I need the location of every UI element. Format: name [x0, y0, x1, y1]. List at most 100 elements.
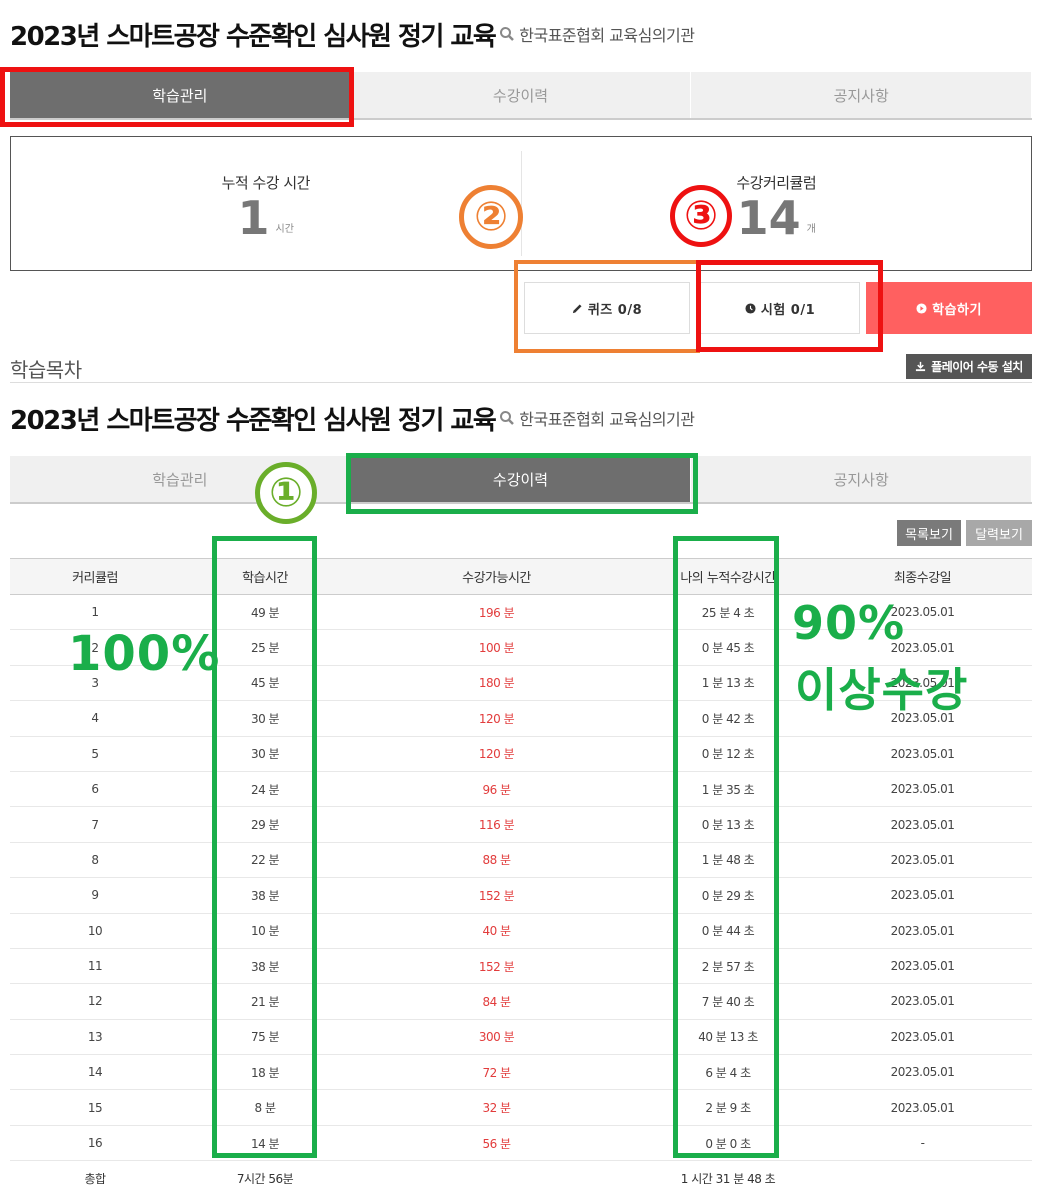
study-time-cell: 8 분: [180, 1089, 350, 1126]
total-cell: [350, 1160, 643, 1196]
study-time-cell: 18 분: [180, 1054, 350, 1091]
curriculum-cell: 6: [10, 771, 180, 808]
cumulative-time-stat: 누적 수강 시간 1 시간: [11, 137, 521, 270]
annotation-above-attendance: 이상수강: [795, 663, 969, 717]
total-cell: 총합: [10, 1160, 180, 1196]
tab-learning-management[interactable]: 학습관리: [10, 72, 351, 118]
study-time-cell: 24 분: [180, 771, 350, 808]
stat-label: 누적 수강 시간: [221, 174, 311, 192]
table-row: 15 8 분 32 분2 분 9 초 2023.05.01: [10, 1089, 1032, 1126]
org-info: 한국표준협회 교육심의기관: [499, 22, 695, 46]
last-date-cell: 2023.05.01: [813, 983, 1032, 1020]
cumulative-time-cell: 0 분 12 초: [643, 736, 813, 772]
curriculum-cell: 10: [10, 913, 180, 949]
tab-history[interactable]: 수강이력: [350, 456, 692, 502]
curriculum-cell: 9: [10, 877, 180, 914]
tab-notices[interactable]: 공지사항: [691, 456, 1033, 502]
exam-button[interactable]: 시험 0/1: [700, 282, 860, 334]
column-header: 커리큘럼: [10, 558, 180, 595]
course-title: 2023년 스마트공장 수준확인 심사원 정기 교육: [10, 21, 497, 52]
study-time-cell: 10 분: [180, 913, 350, 949]
tab-notices[interactable]: 공지사항: [691, 72, 1033, 118]
study-time-cell: 38 분: [180, 948, 350, 985]
available-time-cell: 300 분: [350, 1019, 643, 1056]
available-time-cell: 40 분: [350, 913, 643, 949]
cumulative-time-cell: 0 분 42 초: [643, 700, 813, 737]
table-row: 8 22 분 88 분1 분 48 초 2023.05.01: [10, 842, 1032, 879]
cumulative-time-cell: 0 분 0 초: [643, 1125, 813, 1162]
quiz-button[interactable]: 퀴즈 0/8: [524, 282, 690, 334]
available-time-cell: 32 분: [350, 1089, 643, 1126]
last-date-cell: 2023.05.01: [813, 842, 1032, 879]
curriculum-cell: 11: [10, 948, 180, 985]
available-time-cell: 100 분: [350, 629, 643, 666]
curriculum-cell: 7: [10, 806, 180, 843]
stat-value: 14: [736, 191, 801, 245]
curriculum-cell: 8: [10, 842, 180, 879]
last-date-cell: 2023.05.01: [813, 1089, 1032, 1126]
total-cell: 1 시간 31 분 48 초: [643, 1160, 813, 1196]
study-time-cell: 22 분: [180, 842, 350, 879]
cumulative-time-cell: 1 분 35 초: [643, 771, 813, 808]
table-row: 9 38 분 152 분0 분 29 초 2023.05.01: [10, 877, 1032, 914]
player-install-button[interactable]: 플레이어 수동 설치: [906, 354, 1032, 379]
table-row: 14 18 분 72 분6 분 4 초 2023.05.01: [10, 1054, 1032, 1091]
available-time-cell: 72 분: [350, 1054, 643, 1091]
last-date-cell: 2023.05.01: [813, 1054, 1032, 1091]
available-time-cell: 56 분: [350, 1125, 643, 1162]
last-date-cell: 2023.05.01: [813, 948, 1032, 985]
table-row: 5 30 분 120 분0 분 12 초 2023.05.01: [10, 736, 1032, 772]
stat-label: 수강커리큘럼: [736, 174, 817, 192]
cumulative-time-cell: 1 분 13 초: [643, 665, 813, 702]
last-date-cell: -: [813, 1125, 1032, 1162]
course-title: 2023년 스마트공장 수준확인 심사원 정기 교육: [10, 405, 497, 436]
stats-panel: 누적 수강 시간 1 시간 수강커리큘럼 14 개: [10, 136, 1032, 271]
study-button[interactable]: 학습하기: [866, 282, 1032, 334]
study-time-cell: 14 분: [180, 1125, 350, 1162]
study-time-cell: 49 분: [180, 594, 350, 631]
course-header: 2023년 스마트공장 수준확인 심사원 정기 교육 한국표준협회 교육심의기관: [10, 14, 695, 54]
available-time-cell: 116 분: [350, 806, 643, 843]
curriculum-cell: 15: [10, 1089, 180, 1126]
curriculum-cell: 5: [10, 736, 180, 772]
stat-unit: 시간: [275, 224, 294, 235]
cumulative-time-cell: 0 분 44 초: [643, 913, 813, 949]
calendar-view-button[interactable]: 달력보기: [966, 520, 1032, 546]
exam-label: 시험 0/1: [760, 302, 816, 318]
curriculum-cell: 16: [10, 1125, 180, 1162]
annotation-circle-2: ②: [459, 185, 523, 249]
cumulative-time-cell: 40 분 13 초: [643, 1019, 813, 1056]
curriculum-cell: 4: [10, 700, 180, 737]
tab-history[interactable]: 수강이력: [351, 72, 692, 118]
study-label: 학습하기: [932, 302, 982, 318]
study-time-cell: 75 분: [180, 1019, 350, 1056]
annotation-100-percent: 100%: [68, 626, 221, 682]
available-time-cell: 152 분: [350, 948, 643, 985]
cumulative-time-cell: 6 분 4 초: [643, 1054, 813, 1091]
pencil-icon: [572, 303, 582, 313]
available-time-cell: 152 분: [350, 877, 643, 914]
column-header: 수강가능시간: [350, 558, 643, 595]
curriculum-cell: 12: [10, 983, 180, 1020]
study-time-cell: 38 분: [180, 877, 350, 914]
magnifier-icon: [500, 411, 515, 425]
org-name: 한국표준협회 교육심의기관: [519, 410, 695, 429]
annotation-circle-3: ③: [670, 185, 732, 247]
cumulative-time-cell: 1 분 48 초: [643, 842, 813, 879]
annotation-90-percent: 90%: [792, 596, 906, 650]
total-cell: 7시간 56분: [180, 1160, 350, 1196]
magnifier-icon: [500, 27, 515, 41]
cumulative-time-cell: 25 분 4 초: [643, 594, 813, 631]
column-header: 최종수강일: [813, 558, 1032, 595]
download-icon: [916, 361, 926, 372]
stat-value: 1: [237, 191, 270, 245]
last-date-cell: 2023.05.01: [813, 913, 1032, 949]
stat-unit: 개: [806, 224, 816, 235]
list-view-button[interactable]: 목록보기: [897, 520, 961, 546]
cumulative-time-cell: 0 분 29 초: [643, 877, 813, 914]
curriculum-cell: 13: [10, 1019, 180, 1056]
table-row: 7 29 분 116 분0 분 13 초 2023.05.01: [10, 806, 1032, 843]
course-header: 2023년 스마트공장 수준확인 심사원 정기 교육 한국표준협회 교육심의기관: [10, 398, 695, 438]
last-date-cell: 2023.05.01: [813, 877, 1032, 914]
available-time-cell: 88 분: [350, 842, 643, 879]
